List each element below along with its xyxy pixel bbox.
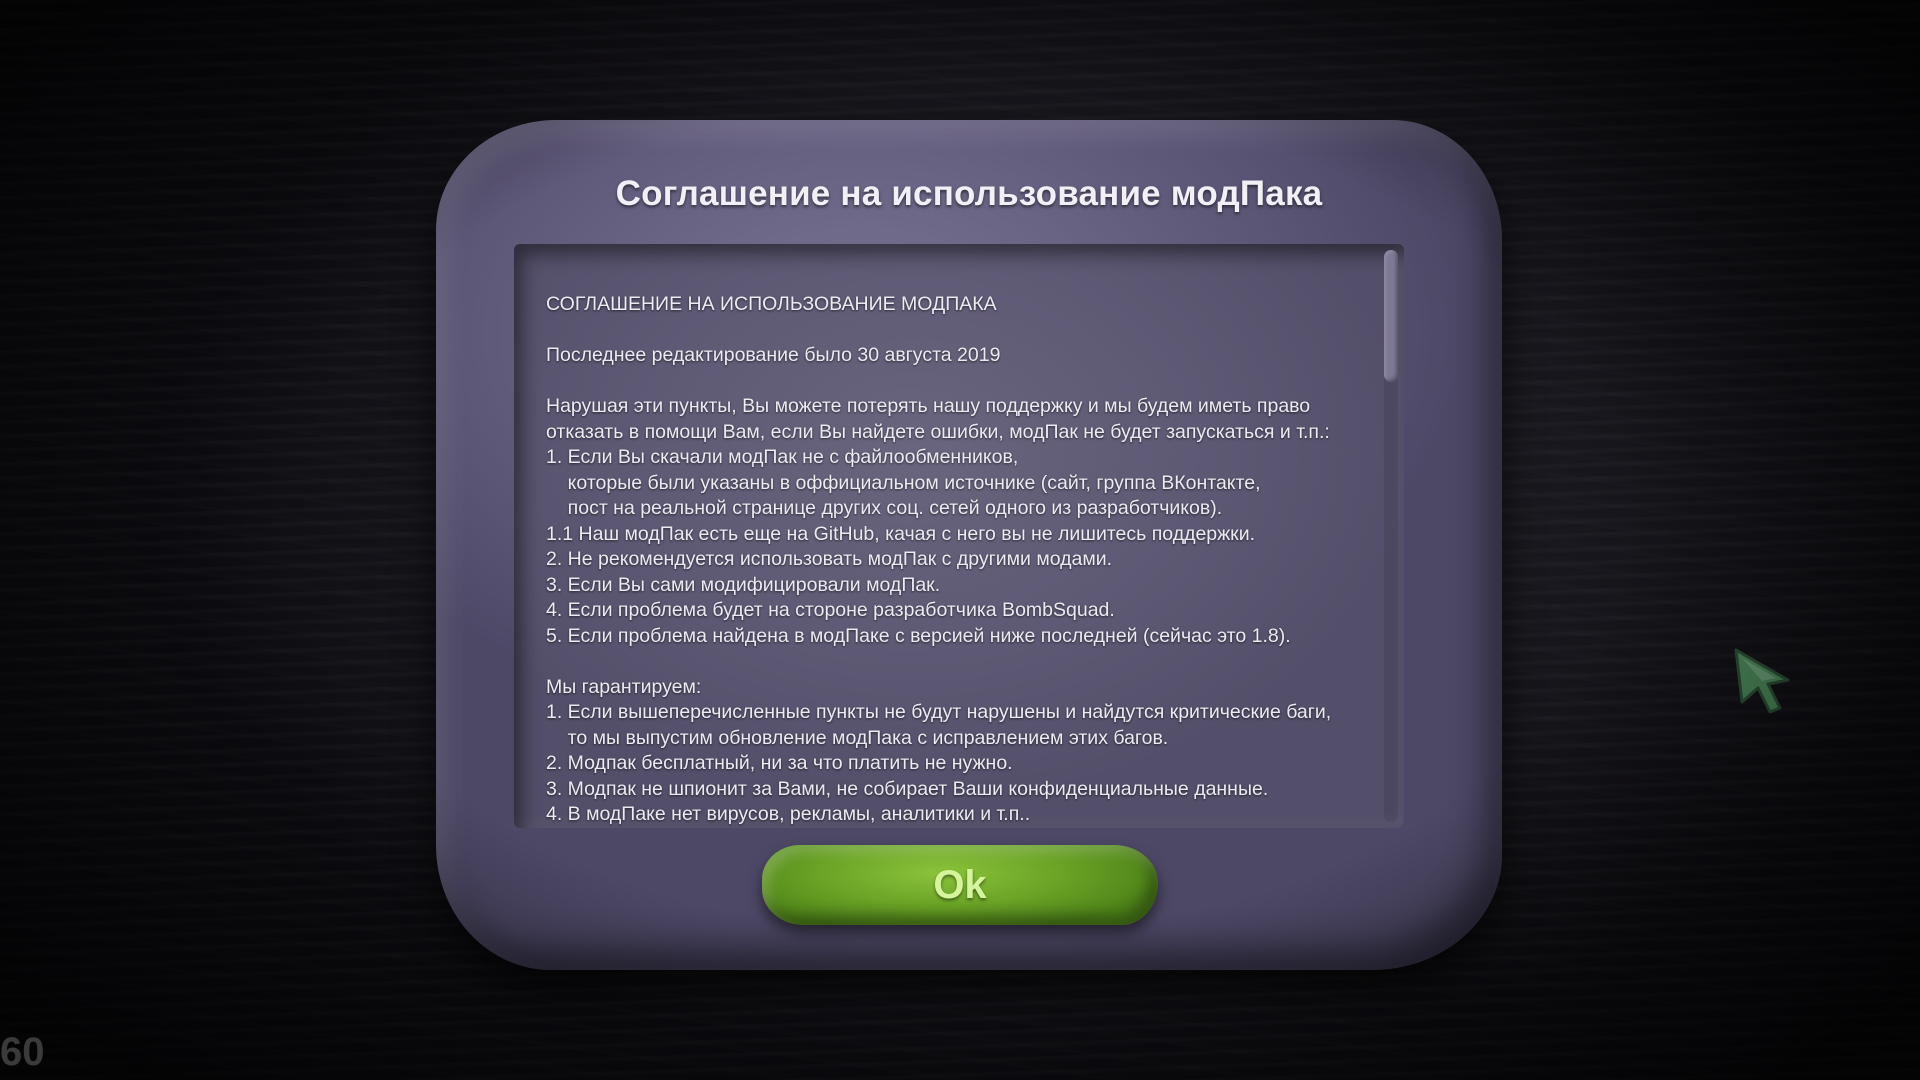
- game-screen: Соглашение на использование модПака СОГЛ…: [0, 0, 1920, 1080]
- agreement-text-line: 5. Если проблема найдена в модПаке с вер…: [546, 624, 1291, 647]
- agreement-text-line: то мы выпустим обновление модПака с испр…: [546, 726, 1169, 749]
- agreement-text-line: 1. Если Вы скачали модПак не с файлообме…: [546, 446, 1019, 468]
- agreement-text-line: отказать в помощи Вам, если Вы найдете о…: [546, 420, 1330, 443]
- agreement-text-line: 3. Если Вы сами модифицировали модПак.: [546, 573, 941, 596]
- agreement-text-line: 4. Если проблема будет на стороне разраб…: [546, 599, 1115, 621]
- agreement-text-line: [546, 369, 1376, 395]
- agreement-text-line: пост на реальной странице других соц. се…: [546, 497, 1223, 519]
- agreement-text-line: Нарушая эти пункты, Вы можете потерять н…: [546, 395, 1311, 417]
- fps-counter: 60: [0, 1030, 45, 1074]
- agreement-text-line: СОГЛАШЕНИЕ НА ИСПОЛЬЗОВАНИЕ МОДПАКА: [546, 293, 997, 315]
- agreement-text-line: Мы гарантируем:: [546, 675, 702, 698]
- agreement-text-line: 1.1 Наш модПак есть еще на GitHub, качая…: [546, 522, 1256, 545]
- agreement-text: СОГЛАШЕНИЕ НА ИСПОЛЬЗОВАНИЕ МОДПАКА После…: [546, 292, 1376, 828]
- scrollbar-thumb[interactable]: [1384, 250, 1398, 382]
- ok-button-label: Ok: [933, 862, 987, 907]
- agreement-text-line: 4. В модПаке нет вирусов, рекламы, анали…: [546, 803, 1031, 825]
- agreement-text-line: 3. Модпак не шпионит за Вами, не собирае…: [546, 777, 1269, 800]
- dialog-title: Соглашение на использование модПака: [615, 174, 1323, 213]
- agreement-text-line: 1. Если вышеперечисленные пункты не буду…: [546, 701, 1332, 723]
- scrollbar[interactable]: [1384, 250, 1398, 822]
- agreement-text-line: 2. Не рекомендуется использовать модПак …: [546, 548, 1113, 570]
- agreement-text-panel[interactable]: СОГЛАШЕНИЕ НА ИСПОЛЬЗОВАНИЕ МОДПАКА После…: [514, 244, 1404, 828]
- agreement-text-line: [546, 649, 1376, 675]
- agreement-dialog: Соглашение на использование модПака СОГЛ…: [436, 120, 1502, 970]
- ok-button[interactable]: Ok: [762, 845, 1158, 925]
- agreement-text-line: [546, 318, 1376, 344]
- agreement-text-line: которые были указаны в оффициальном исто…: [546, 471, 1261, 494]
- arrow-cursor-icon: [1734, 648, 1790, 714]
- agreement-text-line: Последнее редактирование было 30 августа…: [546, 344, 1001, 366]
- agreement-text-line: 2. Модпак бесплатный, ни за что платить …: [546, 752, 1013, 774]
